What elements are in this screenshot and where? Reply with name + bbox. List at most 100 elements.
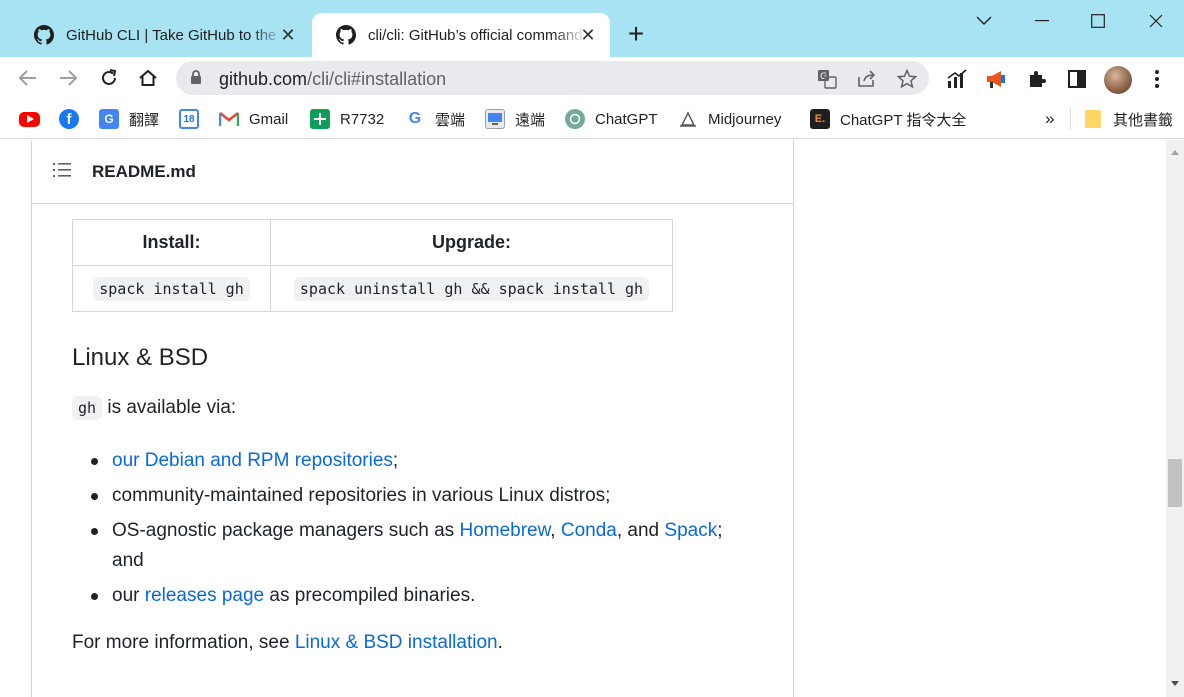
back-icon	[18, 70, 36, 86]
bookmark-star-button[interactable]	[896, 68, 918, 90]
list-text: ,	[550, 520, 561, 541]
bookmark-folder-label: 其他書籤	[1113, 111, 1174, 129]
table-cell-upgrade: spack uninstall gh && spack install gh	[270, 265, 673, 312]
more-info-tail: .	[497, 632, 503, 653]
maximize-button[interactable]	[1078, 6, 1118, 36]
forward-button[interactable]	[53, 63, 83, 93]
bookmark-label: ChatGPT 指令大全	[840, 111, 967, 129]
extension-megaphone-button[interactable]	[984, 66, 1010, 92]
bookmark-label: R7732	[340, 110, 385, 128]
close-window-icon	[1149, 14, 1163, 28]
github-icon	[336, 25, 356, 45]
bookmark-gmail[interactable]: Gmail	[219, 108, 288, 130]
bookmark-label: Midjourney	[708, 110, 782, 128]
tab-cli-cli[interactable]: cli/cli: GitHub’s official command line …	[312, 13, 610, 57]
list-text: as precompiled binaries.	[264, 585, 476, 606]
linux-bsd-installation-link[interactable]: Linux & BSD installation	[295, 632, 498, 653]
table-cell-install: spack install gh	[72, 265, 271, 312]
github-icon	[34, 25, 54, 45]
side-panel-button[interactable]	[1064, 66, 1090, 92]
bookmark-facebook[interactable]: f	[59, 108, 79, 130]
debian-rpm-repos-link[interactable]: our Debian and RPM repositories	[112, 450, 393, 471]
section-heading-linux-bsd: Linux & BSD	[72, 344, 209, 371]
url-host: github.com	[219, 69, 308, 89]
list-item: community-maintained repositories in var…	[91, 481, 752, 511]
bookmark-label: 翻譯	[129, 111, 160, 129]
extension-analytics-button[interactable]	[944, 66, 970, 92]
list-outline-icon[interactable]	[52, 162, 72, 178]
more-info-text: For more information, see	[72, 632, 295, 653]
list-text: our	[112, 585, 145, 606]
gh-inline-code: gh	[72, 396, 103, 420]
upgrade-command: spack uninstall gh && spack install gh	[293, 277, 650, 301]
releases-page-link[interactable]: releases page	[145, 585, 264, 606]
maximize-icon	[1091, 14, 1105, 28]
vertical-scrollbar[interactable]	[1166, 140, 1184, 697]
reload-button[interactable]	[94, 63, 124, 93]
chatgpt-icon	[565, 109, 585, 129]
extensions-button[interactable]	[1024, 66, 1050, 92]
bookmark-remote[interactable]: 遠端	[485, 108, 545, 130]
page-content: README.md Install: Upgrade: spack instal…	[0, 140, 1184, 697]
readme-header: README.md	[32, 140, 794, 204]
folder-icon	[1083, 109, 1103, 129]
share-button[interactable]	[856, 68, 878, 90]
bookmark-midjourney[interactable]: Midjourney	[678, 108, 781, 130]
list-text: OS-agnostic package managers such as	[112, 520, 460, 541]
profile-avatar[interactable]	[1104, 66, 1132, 94]
close-icon[interactable]: ✕	[578, 25, 598, 45]
scroll-up-arrow-icon[interactable]	[1166, 146, 1184, 158]
browser-menu-button[interactable]	[1144, 66, 1170, 92]
calendar-icon: 18	[179, 109, 199, 129]
browser-toolbar: github.com/cli/cli#installation G	[0, 57, 1184, 100]
bookmarks-overflow-button[interactable]: »	[1045, 108, 1054, 130]
tab-search-button[interactable]	[964, 6, 1004, 36]
home-button[interactable]	[133, 63, 163, 93]
close-window-button[interactable]	[1136, 6, 1176, 36]
bookmarks-bar: f G 翻譯 18 Gmail R7732 G 雲端 遠端 ChatGPT Mi…	[0, 100, 1184, 139]
chart-icon	[947, 69, 967, 88]
list-text: ;	[392, 450, 399, 471]
new-tab-button[interactable]: +	[620, 20, 652, 50]
url-text: github.com/cli/cli#installation	[219, 69, 446, 90]
bookmark-label: 遠端	[515, 111, 546, 129]
conda-link[interactable]: Conda	[561, 520, 617, 541]
list-item: our releases page as precompiled binarie…	[91, 581, 752, 611]
bookmark-chatgpt-commands[interactable]: E. ChatGPT 指令大全	[810, 108, 966, 130]
minimize-icon	[1035, 20, 1049, 22]
bookmark-cloud[interactable]: G 雲端	[405, 108, 465, 130]
spack-link[interactable]: Spack	[664, 520, 717, 541]
bookmark-calendar[interactable]: 18	[179, 108, 199, 130]
translate-button[interactable]: G	[816, 68, 838, 90]
forward-icon	[60, 70, 78, 86]
home-icon	[139, 69, 157, 86]
lock-icon[interactable]	[190, 70, 202, 85]
bookmark-chatgpt[interactable]: ChatGPT	[565, 108, 658, 130]
readme-filename: README.md	[92, 162, 196, 181]
tab-github-cli[interactable]: GitHub CLI | Take GitHub to the command …	[10, 13, 310, 57]
availability-paragraph: gh is available via:	[72, 396, 237, 420]
extensions-icon	[1030, 71, 1046, 87]
bookmark-youtube[interactable]	[19, 108, 40, 130]
close-icon[interactable]: ✕	[278, 25, 298, 45]
url-path: /cli/cli#installation	[307, 69, 447, 89]
minimize-button[interactable]	[1022, 6, 1062, 36]
back-button[interactable]	[13, 63, 43, 93]
scroll-down-arrow-icon[interactable]	[1166, 678, 1184, 690]
more-info-paragraph: For more information, see Linux & BSD in…	[72, 632, 503, 654]
bookmark-translate[interactable]: G 翻譯	[99, 108, 159, 130]
bookmark-label: 雲端	[435, 111, 466, 129]
homebrew-link[interactable]: Homebrew	[459, 520, 550, 541]
sidepanel-icon	[1068, 70, 1086, 88]
e-icon: E.	[810, 109, 830, 129]
availability-text: is available via:	[102, 397, 237, 418]
bookmark-r7732[interactable]: R7732	[310, 108, 384, 130]
chevron-down-icon	[976, 16, 992, 25]
scrollbar-thumb[interactable]	[1168, 459, 1182, 507]
list-text: , and	[616, 520, 665, 541]
bookmark-other-folder[interactable]: 其他書籤	[1083, 108, 1173, 130]
address-bar[interactable]: github.com/cli/cli#installation G	[176, 61, 929, 95]
gmail-icon	[219, 109, 239, 129]
menu-icon	[1155, 70, 1159, 88]
facebook-icon: f	[59, 109, 79, 129]
